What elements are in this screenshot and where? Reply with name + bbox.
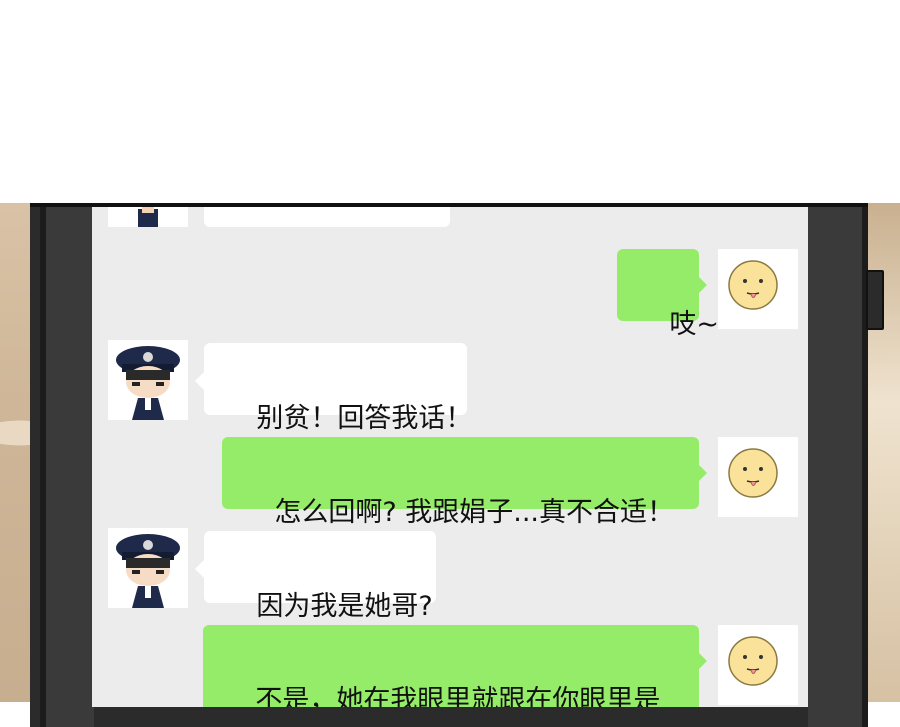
chat-bubble-partial (204, 207, 450, 227)
message-text: 吱~ (669, 309, 719, 340)
smiley-face-avatar-icon (728, 448, 778, 498)
bubble-tail (195, 372, 204, 390)
message-text: 别贫！回答我话！ (256, 403, 473, 434)
top-white-panel (0, 0, 900, 203)
chat-bubble-other[interactable]: 因为我是她哥? (204, 531, 436, 622)
bubble-tail (195, 560, 204, 578)
message-text: 不是，她在我眼里就跟在你眼里是 一样的，明白不? (255, 685, 661, 707)
bubble-tail (698, 464, 707, 482)
bubble-tail (698, 276, 707, 294)
chat-screen[interactable]: 吱~ 别贫！回答我话！ 怎么回啊? 我跟娟子...真不合适！ 因为我是她哥? 不… (92, 207, 808, 707)
police-officer-avatar-icon (116, 534, 180, 608)
avatar-self[interactable] (718, 249, 798, 329)
chat-bubble-self[interactable]: 吱~ (617, 249, 719, 340)
chat-bubble-other[interactable]: 别贫！回答我话！ (204, 343, 472, 434)
avatar-other[interactable] (108, 207, 188, 227)
avatar-self[interactable] (718, 625, 798, 705)
smiley-face-avatar-icon (728, 260, 778, 310)
message-text: 因为我是她哥? (256, 591, 433, 622)
avatar-other[interactable] (108, 528, 188, 608)
police-officer-avatar-icon (116, 346, 180, 420)
police-officer-avatar-icon (138, 207, 158, 227)
phone-side-button (866, 270, 884, 330)
smiley-face-avatar-icon (728, 636, 778, 686)
chat-bubble-self[interactable]: 不是，她在我眼里就跟在你眼里是 一样的，明白不? (203, 625, 699, 707)
phone-bezel-left (40, 207, 94, 727)
message-text: 怎么回啊? 我跟娟子...真不合适！ (274, 497, 675, 528)
chat-bubble-self[interactable]: 怎么回啊? 我跟娟子...真不合适！ (222, 437, 699, 528)
avatar-self[interactable] (718, 437, 798, 517)
phone-bezel-right (808, 207, 868, 727)
avatar-other[interactable] (108, 340, 188, 420)
bubble-tail (698, 652, 707, 670)
